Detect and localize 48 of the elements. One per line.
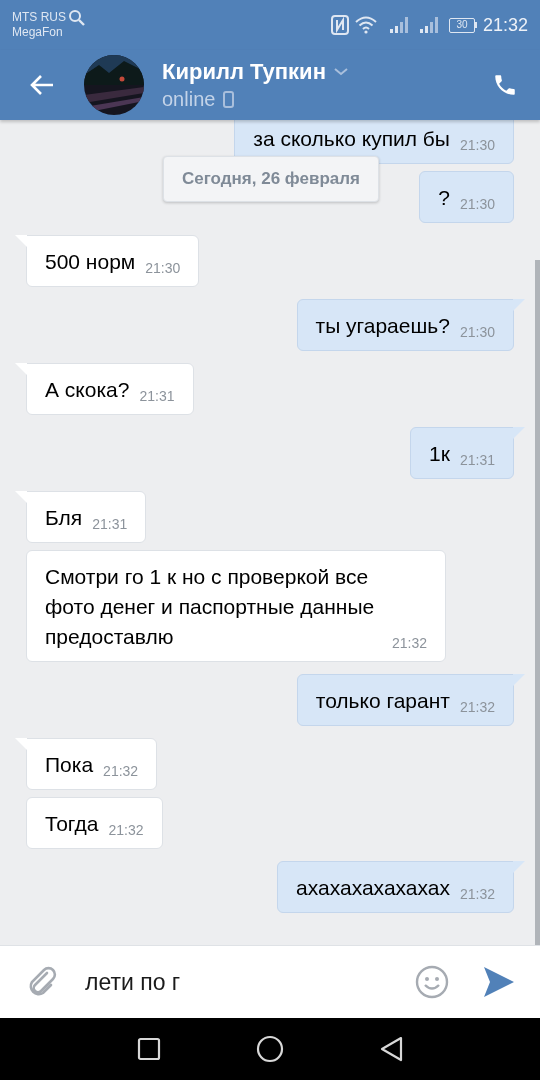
signal-icon bbox=[418, 16, 439, 34]
message-time: 21:30 bbox=[459, 136, 495, 154]
message-time: 21:32 bbox=[459, 698, 495, 716]
back-arrow-icon bbox=[29, 74, 55, 96]
phone-device-icon bbox=[223, 90, 235, 108]
message-text: ? bbox=[438, 185, 450, 211]
message-time: 21:32 bbox=[108, 821, 144, 839]
message-time: 21:30 bbox=[459, 323, 495, 341]
back-icon[interactable] bbox=[378, 1036, 403, 1062]
battery-level: 30 bbox=[456, 20, 468, 30]
message-text: 1к bbox=[429, 441, 450, 467]
home-icon[interactable] bbox=[256, 1035, 284, 1063]
message-time: 21:32 bbox=[103, 762, 139, 780]
carrier-name: MegaFon bbox=[12, 25, 64, 40]
message-text: А скока? bbox=[45, 377, 130, 403]
message-time: 21:31 bbox=[459, 451, 495, 469]
signal-icon bbox=[388, 16, 409, 34]
phone-icon bbox=[492, 72, 518, 98]
smiley-icon bbox=[415, 965, 449, 999]
nfc-icon bbox=[330, 15, 349, 35]
message-text: Бля bbox=[45, 505, 83, 531]
contact-name: Кирилл Тупкин bbox=[162, 58, 326, 86]
contact-status: online bbox=[162, 87, 216, 112]
message-input[interactable]: лети по г bbox=[85, 964, 412, 1000]
message-text: за сколько купил бы bbox=[253, 126, 450, 152]
message-time: 21:30 bbox=[145, 259, 181, 277]
message-time: 21:31 bbox=[92, 515, 128, 533]
message-text: Тогда bbox=[45, 811, 99, 837]
message-text: ахахахахахахах bbox=[296, 875, 450, 901]
message-text: Пока bbox=[45, 752, 94, 778]
message-time: 21:32 bbox=[459, 885, 495, 903]
clock: 21:32 bbox=[482, 13, 528, 37]
message-text: ты угараешь? bbox=[315, 313, 450, 339]
message-time: 21:32 bbox=[391, 634, 427, 652]
carrier-name: MTS RUS bbox=[12, 10, 66, 25]
wifi-icon bbox=[354, 16, 377, 34]
send-button[interactable] bbox=[482, 965, 516, 999]
message-text: 500 норм bbox=[45, 249, 136, 275]
message-composer[interactable]: лети по г bbox=[0, 945, 540, 1018]
message-text: Смотри го 1 к но с проверкой все фото денег и паспортные данные предоставлю bbox=[45, 564, 376, 650]
message-text: только гарант bbox=[315, 688, 450, 714]
chevron-down-icon bbox=[333, 68, 348, 76]
recent-apps-icon[interactable] bbox=[137, 1037, 162, 1061]
send-icon bbox=[483, 966, 515, 998]
message-time: 21:30 bbox=[459, 195, 495, 213]
date-separator: Сегодня, 26 февраля bbox=[163, 156, 379, 202]
message-time: 21:31 bbox=[139, 387, 175, 405]
search-icon bbox=[68, 9, 86, 27]
